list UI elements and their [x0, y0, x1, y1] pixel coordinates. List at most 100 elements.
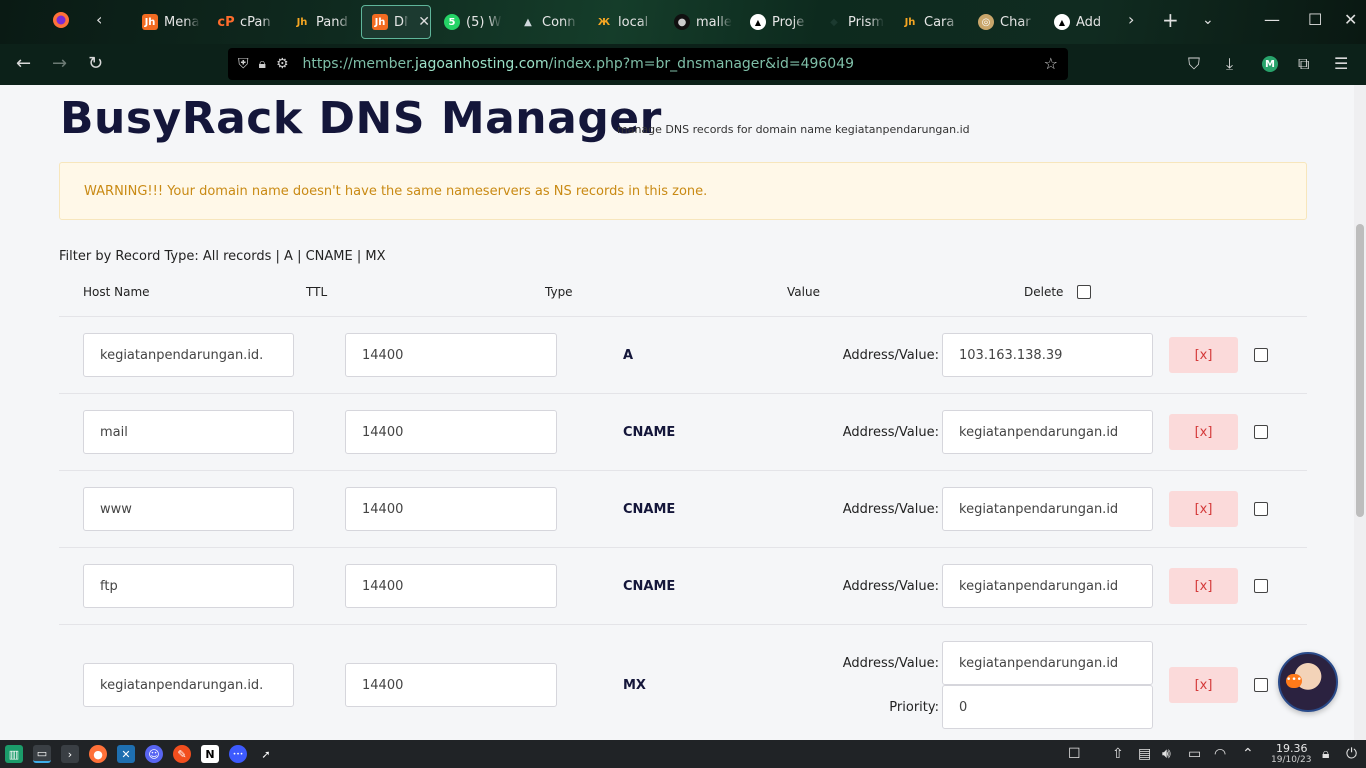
- address-bar[interactable]: ⛨ 🔒︎ ⚙ https://member.jagoanhosting.com/…: [228, 48, 1068, 80]
- address-value-input[interactable]: kegiatanpendarungan.id: [942, 564, 1153, 608]
- scrollbar-thumb[interactable]: [1356, 224, 1364, 517]
- url-text[interactable]: https://member.jagoanhosting.com/index.p…: [303, 56, 855, 72]
- address-value-input[interactable]: 103.163.138.39: [942, 333, 1153, 377]
- ttl-input[interactable]: 14400: [345, 564, 557, 608]
- close-window-icon[interactable]: ✕: [1344, 10, 1357, 29]
- tab-mena[interactable]: Jh Mena: [132, 5, 206, 39]
- ttl-input[interactable]: 14400: [345, 333, 557, 377]
- host-name-input[interactable]: www: [83, 487, 294, 531]
- filter-a-link[interactable]: A: [284, 249, 293, 264]
- filter-mx-link[interactable]: MX: [365, 249, 385, 264]
- select-all-checkbox[interactable]: [1077, 285, 1091, 299]
- firefox-menu-icon[interactable]: [52, 11, 70, 33]
- forward-icon[interactable]: →: [52, 54, 67, 74]
- app-launcher-icon[interactable]: ▥: [5, 745, 23, 763]
- shield-icon[interactable]: ⛨: [238, 56, 249, 72]
- row-select-checkbox[interactable]: [1254, 502, 1268, 516]
- tab-proje[interactable]: ▲ Proje: [740, 5, 816, 39]
- reload-icon[interactable]: ↻: [88, 54, 103, 74]
- priority-input[interactable]: 0: [942, 685, 1153, 729]
- tab-whatsapp[interactable]: 5 (5) W: [434, 5, 510, 39]
- notion-icon[interactable]: N: [201, 745, 219, 763]
- downloads-icon[interactable]: ⤓: [1226, 54, 1233, 74]
- row-select-checkbox[interactable]: [1254, 678, 1268, 692]
- tab-pand[interactable]: Jh Pand: [284, 5, 360, 39]
- volume-icon[interactable]: 🔊︎: [1162, 746, 1171, 762]
- vercel-icon: ▲: [750, 14, 766, 30]
- postman-icon[interactable]: ✎: [173, 745, 191, 763]
- delete-record-button[interactable]: [x]: [1169, 568, 1238, 604]
- record-type: CNAME: [623, 425, 676, 440]
- ttl-input[interactable]: 14400: [345, 410, 557, 454]
- column-header-delete: Delete: [1024, 285, 1064, 299]
- show-desktop-icon[interactable]: ☐: [1068, 746, 1081, 762]
- globe-icon: ◎: [978, 14, 994, 30]
- clipboard-icon[interactable]: ▤: [1138, 746, 1151, 762]
- tab-dns-active[interactable]: Jh DN ✕: [361, 5, 431, 39]
- lock-screen-icon[interactable]: 🔒︎: [1322, 746, 1329, 762]
- new-tab-icon[interactable]: +: [1162, 8, 1179, 32]
- window-switcher-icon[interactable]: ▭: [33, 745, 51, 763]
- host-name-input[interactable]: kegiatanpendarungan.id.: [83, 663, 294, 707]
- record-type: A: [623, 348, 634, 363]
- page-title: BusyRack DNS Manager: [60, 93, 662, 144]
- discord-icon[interactable]: ☺: [145, 745, 163, 763]
- hamburger-menu-icon[interactable]: ☰: [1334, 54, 1348, 73]
- minimize-icon[interactable]: —: [1264, 10, 1280, 29]
- extensions-icon[interactable]: ⧉: [1298, 54, 1309, 74]
- power-icon[interactable]: ⏻: [1346, 746, 1357, 762]
- tab-cara[interactable]: Jh Cara: [892, 5, 968, 39]
- row-select-checkbox[interactable]: [1254, 425, 1268, 439]
- vscode-icon[interactable]: ✕: [117, 745, 135, 763]
- ttl-input[interactable]: 14400: [345, 663, 557, 707]
- host-name-input[interactable]: ftp: [83, 564, 294, 608]
- address-value-input[interactable]: kegiatanpendarungan.id: [942, 410, 1153, 454]
- tab-prism[interactable]: ◆ Prism: [816, 5, 892, 39]
- tab-malle[interactable]: ● malle: [664, 5, 740, 39]
- terminal-icon[interactable]: ›: [61, 745, 79, 763]
- updates-icon[interactable]: ⇧: [1112, 746, 1124, 762]
- lock-icon[interactable]: 🔒︎: [259, 56, 266, 72]
- tab-scroll-right-icon[interactable]: ›: [1128, 10, 1134, 29]
- live-chat-avatar[interactable]: •••: [1278, 652, 1338, 712]
- clock-time[interactable]: 19.36: [1276, 742, 1308, 755]
- back-icon[interactable]: ←: [16, 54, 31, 74]
- tab-local[interactable]: Ж local: [586, 5, 662, 39]
- ttl-input[interactable]: 14400: [345, 487, 557, 531]
- address-value-label: Address/Value:: [842, 348, 939, 363]
- host-name-input[interactable]: kegiatanpendarungan.id.: [83, 333, 294, 377]
- maximize-icon[interactable]: ☐: [1308, 10, 1322, 29]
- delete-record-button[interactable]: [x]: [1169, 414, 1238, 450]
- clock-date[interactable]: 19/10/23: [1271, 755, 1311, 765]
- address-value-input[interactable]: kegiatanpendarungan.id: [942, 487, 1153, 531]
- tray-expand-icon[interactable]: ⌃: [1242, 746, 1254, 762]
- whatsapp-icon: 5: [444, 14, 460, 30]
- permissions-icon[interactable]: ⚙: [276, 56, 289, 72]
- delete-record-button[interactable]: [x]: [1169, 667, 1238, 703]
- warning-text: WARNING!!! Your domain name doesn't have…: [84, 183, 708, 199]
- wifi-icon[interactable]: ◠: [1214, 746, 1226, 762]
- app-icon[interactable]: •••: [229, 745, 247, 763]
- cursor-icon[interactable]: ➚: [257, 745, 275, 763]
- delete-record-button[interactable]: [x]: [1169, 491, 1238, 527]
- tab-scroll-left-icon[interactable]: ‹: [96, 10, 102, 29]
- tab-add[interactable]: ▲ Add: [1044, 5, 1120, 39]
- list-tabs-icon[interactable]: ⌄: [1202, 12, 1214, 28]
- close-tab-icon[interactable]: ✕: [418, 14, 430, 30]
- firefox-icon[interactable]: ●: [89, 745, 107, 763]
- battery-icon[interactable]: ▭: [1188, 746, 1201, 762]
- filter-cname-link[interactable]: CNAME: [306, 249, 353, 264]
- tab-char[interactable]: ◎ Char: [968, 5, 1044, 39]
- filter-all-link[interactable]: All records: [203, 249, 272, 264]
- row-select-checkbox[interactable]: [1254, 579, 1268, 593]
- row-select-checkbox[interactable]: [1254, 348, 1268, 362]
- host-name-input[interactable]: mail: [83, 410, 294, 454]
- profile-avatar[interactable]: M: [1262, 56, 1278, 72]
- bookmark-star-icon[interactable]: ☆: [1044, 54, 1058, 73]
- pocket-icon[interactable]: ⛉: [1188, 54, 1200, 74]
- tab-cpanel[interactable]: cP cPan: [208, 5, 286, 39]
- address-value-input[interactable]: kegiatanpendarungan.id: [942, 641, 1153, 685]
- delete-record-button[interactable]: [x]: [1169, 337, 1238, 373]
- tab-conn[interactable]: ▲ Conn: [510, 5, 586, 39]
- github-icon: ●: [674, 14, 690, 30]
